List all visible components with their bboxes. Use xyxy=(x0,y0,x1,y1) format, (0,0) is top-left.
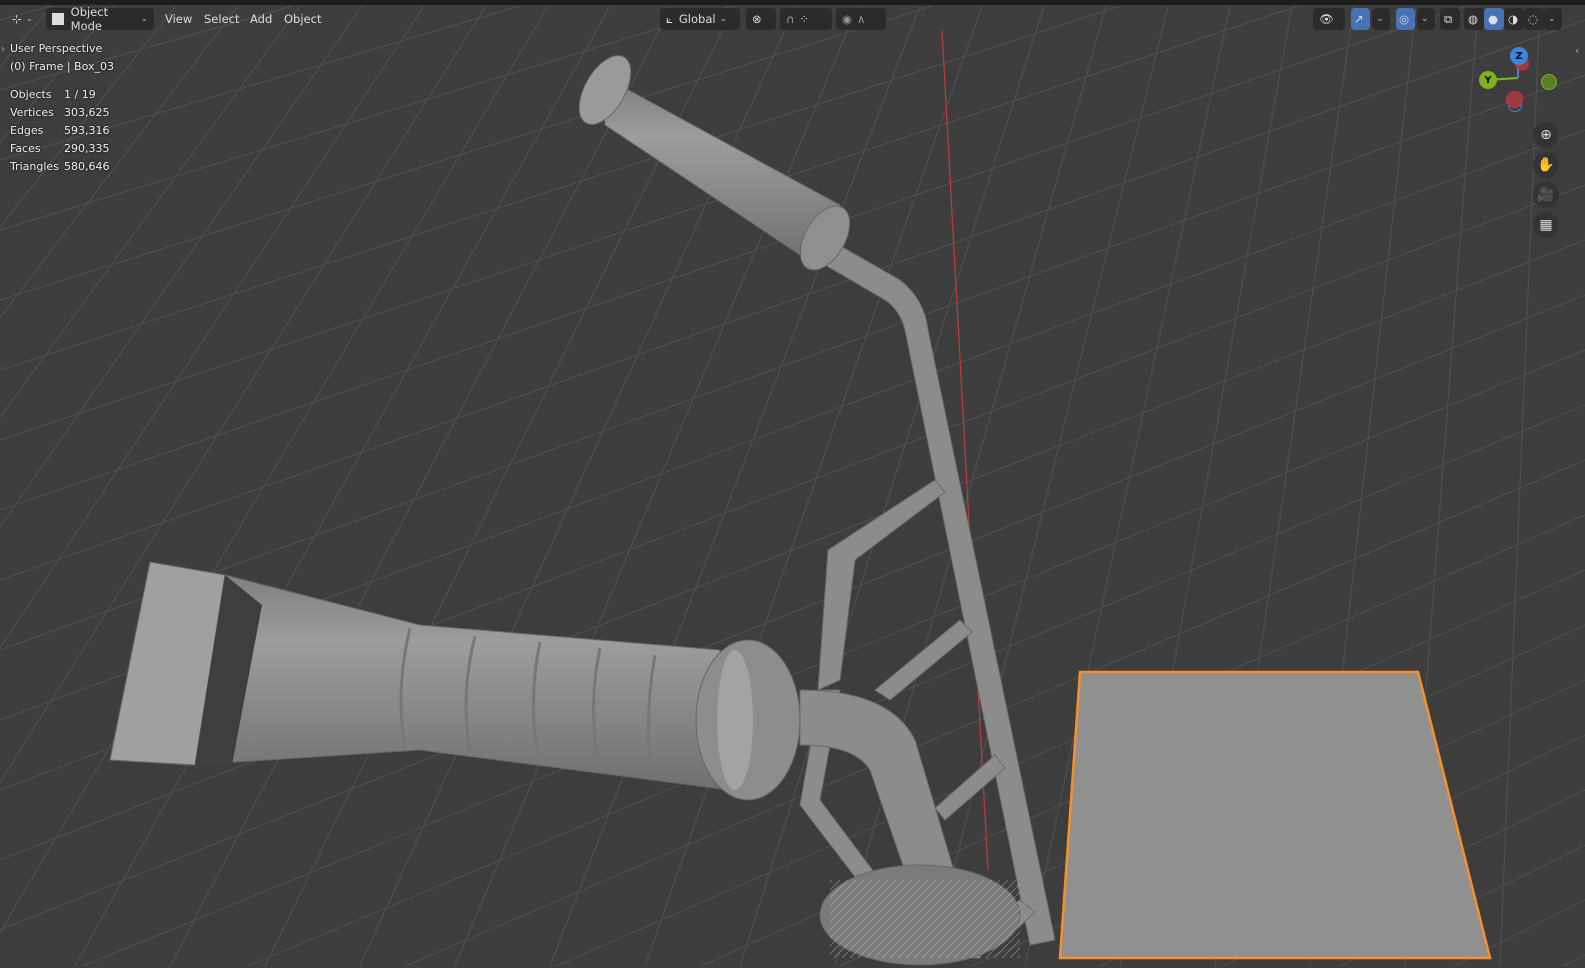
menu-add[interactable]: Add xyxy=(250,8,272,30)
object-mode-icon xyxy=(52,13,64,25)
gizmo-toggle[interactable]: ↗ xyxy=(1351,8,1370,30)
shading-solid[interactable]: ● xyxy=(1484,8,1504,30)
gizmo-icon: ↗ xyxy=(1354,12,1364,26)
proportional-edit-button[interactable]: ◉ ∧ xyxy=(836,8,886,30)
chevron-down-icon: ⌄ xyxy=(25,14,34,24)
scene-canvas xyxy=(0,5,1585,967)
snap-button[interactable]: ∩ ⁘ xyxy=(780,8,832,30)
gizmo-neg-y[interactable] xyxy=(1541,74,1557,90)
editor-type-button[interactable]: ⊹ ⌄ xyxy=(6,8,40,30)
context-label: (0) Frame | Box_03 xyxy=(10,60,114,73)
chevron-down-icon: ⌄ xyxy=(140,14,148,24)
xray-toggle[interactable]: ⧉ xyxy=(1440,8,1460,30)
eye-icon: 👁 xyxy=(1319,12,1334,26)
stat-value: 593,316 xyxy=(64,124,110,137)
viewport-info-overlay: User Perspective (0) Frame | Box_03 Obje… xyxy=(10,40,114,176)
perspective-toggle-button[interactable]: ▦ xyxy=(1533,212,1559,238)
grid-line xyxy=(0,5,1121,371)
shading-rendered[interactable]: ◌ xyxy=(1524,8,1544,30)
grid-line xyxy=(0,5,1466,511)
pivot-icon: ⊗ xyxy=(752,12,762,26)
scene-statistics: Objects 1 / 19 Vertices 303,625 Edges 593,3… xyxy=(10,86,114,176)
frame-object xyxy=(799,239,1056,959)
view3d-icon: ⊹ xyxy=(12,12,22,26)
selected-box-object xyxy=(1058,670,1492,960)
menu-object[interactable]: Object xyxy=(284,8,321,30)
orientation-label: Global xyxy=(678,12,716,26)
chevron-down-icon: ⌄ xyxy=(1548,14,1556,24)
grid-line xyxy=(74,5,611,967)
material-sphere-icon: ◑ xyxy=(1508,12,1519,26)
camera-icon: 🎥 xyxy=(1537,187,1555,203)
grid-line xyxy=(169,5,673,967)
orientation-dropdown[interactable]: ⟀ Global ⌄ xyxy=(660,8,740,30)
transform-orientation-icon: ⟀ xyxy=(666,11,673,26)
stat-value: 580,646 xyxy=(64,160,110,173)
toolbar-expand-icon[interactable]: › xyxy=(1,44,5,55)
grid-line xyxy=(834,5,1107,967)
stat-value: 303,625 xyxy=(64,106,110,119)
stat-label: Edges xyxy=(10,124,44,137)
3d-viewport[interactable] xyxy=(0,5,1585,968)
visibility-button[interactable]: 👁 xyxy=(1313,8,1345,30)
shading-dropdown[interactable]: ⌄ xyxy=(1544,8,1562,30)
menu-view[interactable]: View xyxy=(165,8,192,30)
rendered-sphere-icon: ◌ xyxy=(1528,12,1539,26)
mode-dropdown[interactable]: Object Mode ⌄ xyxy=(46,5,154,33)
pan-button[interactable]: ✋ xyxy=(1533,152,1559,178)
stat-label: Triangles xyxy=(10,160,59,173)
proportional-icon: ◉ xyxy=(842,12,853,26)
snap-magnet-icon: ∩ xyxy=(786,12,795,26)
grid-perspective-icon: ▦ xyxy=(1539,217,1553,233)
wheel-object xyxy=(819,864,1021,966)
stat-label: Faces xyxy=(10,142,41,155)
zoom-button[interactable]: ⊕ xyxy=(1533,122,1559,148)
gizmo-x-axis[interactable] xyxy=(1506,91,1523,108)
solid-sphere-icon: ● xyxy=(1488,12,1499,26)
grid-line xyxy=(0,19,1585,581)
mode-label: Object Mode xyxy=(70,5,109,33)
hand-icon: ✋ xyxy=(1537,157,1555,173)
grid-line xyxy=(1563,954,1585,967)
grid-line xyxy=(0,5,1299,441)
overlays-icon: ◎ xyxy=(1399,12,1410,26)
falloff-icon: ∧ xyxy=(857,12,866,26)
overlays-toggle[interactable]: ◎ xyxy=(1396,8,1415,30)
pivot-point-button[interactable]: ⊗ xyxy=(746,8,776,30)
xray-icon: ⧉ xyxy=(1444,11,1453,26)
gizmo-y-axis[interactable]: Y xyxy=(1479,71,1497,89)
menu-select[interactable]: Select xyxy=(204,8,239,30)
viewport-header: ⊹ ⌄ Object Mode ⌄ View Select Add Object ⟀… xyxy=(0,5,1585,33)
overlays-dropdown[interactable]: ⌄ xyxy=(1417,8,1435,30)
gizmo-z-axis[interactable]: Z xyxy=(1510,47,1528,65)
chevron-down-icon: ⌄ xyxy=(719,14,728,24)
gizmo-dropdown[interactable]: ⌄ xyxy=(1372,8,1390,30)
zoom-icon: ⊕ xyxy=(1540,127,1552,143)
lower-grip-object xyxy=(109,561,801,801)
snap-grid-icon: ⁘ xyxy=(799,12,810,26)
sidebar-expand-icon[interactable]: ‹ xyxy=(1575,44,1579,57)
chevron-down-icon: ⌄ xyxy=(1376,14,1384,24)
shading-material[interactable]: ◑ xyxy=(1504,8,1524,30)
stat-value: 1 / 19 xyxy=(64,88,96,101)
camera-view-button[interactable]: 🎥 xyxy=(1533,182,1559,208)
upper-grip-object xyxy=(578,55,851,271)
view-name: User Perspective xyxy=(10,42,103,55)
wireframe-sphere-icon: ◍ xyxy=(1468,12,1479,26)
stat-label: Objects xyxy=(10,88,52,101)
stat-label: Vertices xyxy=(10,106,54,119)
chevron-down-icon: ⌄ xyxy=(1421,14,1429,24)
shading-wireframe[interactable]: ◍ xyxy=(1464,8,1484,30)
stat-value: 290,335 xyxy=(64,142,110,155)
